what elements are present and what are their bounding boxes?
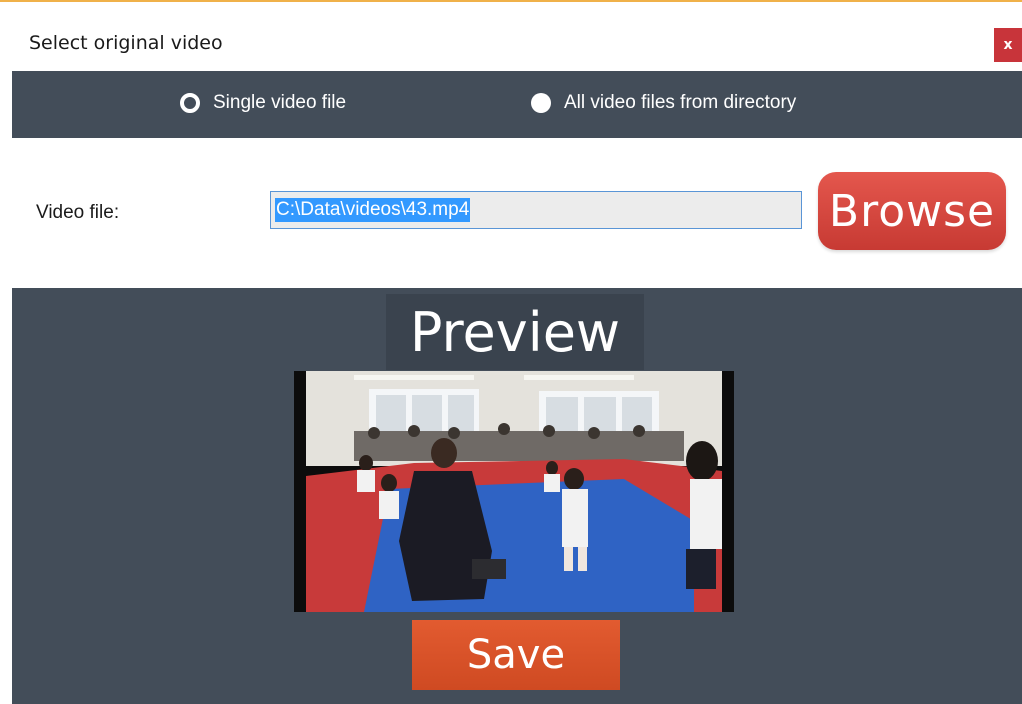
video-file-input[interactable]: C:\Data\videos\43.mp4 (270, 191, 802, 229)
radio-checked-icon (180, 93, 200, 113)
video-file-path: C:\Data\videos\43.mp4 (275, 198, 471, 222)
save-button[interactable]: Save (412, 620, 620, 690)
browse-button[interactable]: Browse (818, 172, 1006, 250)
window-title: Select original video (29, 32, 223, 54)
file-selection-row: Video file: C:\Data\videos\43.mp4 Browse (12, 138, 1022, 288)
close-button[interactable]: x (994, 28, 1022, 62)
preview-panel: Preview Save (12, 288, 1022, 704)
radio-single-label: Single video file (213, 92, 347, 113)
mode-selector: Single video file All video files from d… (12, 71, 1022, 138)
video-frame-image (294, 371, 734, 612)
video-preview[interactable] (294, 371, 734, 612)
preview-title: Preview (386, 294, 644, 370)
title-bar: Select original video x (12, 2, 1022, 70)
video-file-label: Video file: (36, 202, 120, 223)
radio-directory-label: All video files from directory (564, 92, 797, 113)
radio-all-files-directory[interactable]: All video files from directory (531, 92, 796, 114)
radio-unchecked-icon (531, 93, 551, 113)
select-video-window: Select original video x Single video fil… (0, 0, 1022, 704)
radio-single-video-file[interactable]: Single video file (180, 92, 346, 114)
